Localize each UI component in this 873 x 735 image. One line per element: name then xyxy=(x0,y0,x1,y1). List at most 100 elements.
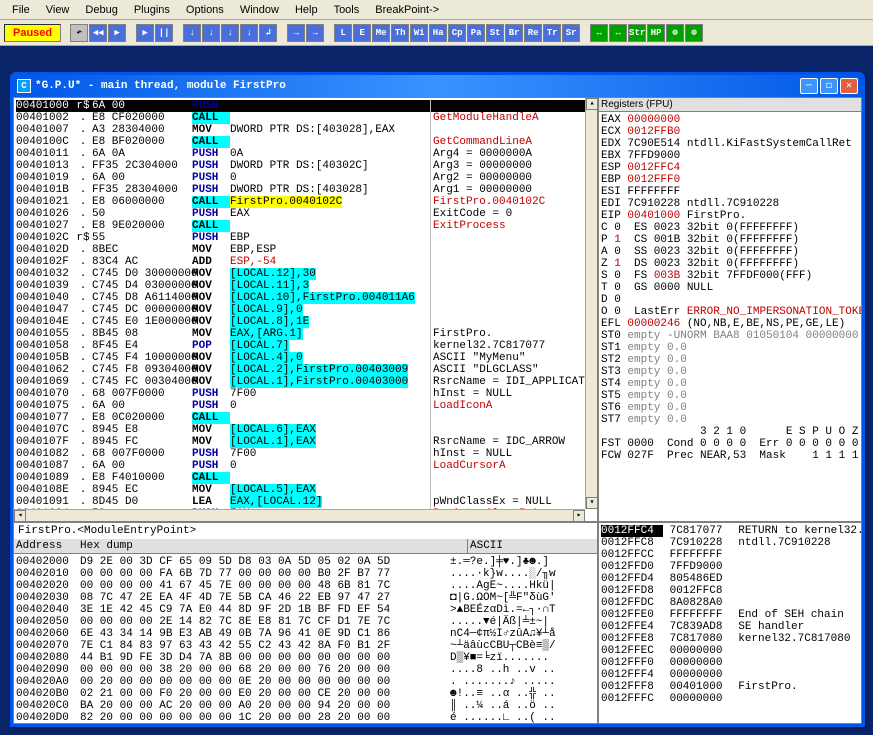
dump-row[interactable]: 004020707E C1 84 83 97 63 43 42 55 C2 43… xyxy=(16,640,595,652)
dump-row[interactable]: 004020A000 20 00 00 00 00 00 00 0E 20 00… xyxy=(16,676,595,688)
register-row[interactable]: A 0 SS 0023 32bit 0(FFFFFFFF) xyxy=(601,246,859,258)
stack-row[interactable]: 0012FFCC FFFFFFFF xyxy=(601,549,859,561)
disasm-row[interactable]: 00401058.8F45 E4POP[LOCAL.7]kernel32.7C8… xyxy=(16,340,595,352)
stack-row[interactable]: 0012FFEC 00000000 xyxy=(601,645,859,657)
register-row[interactable]: C 0 ES 0023 32bit 0(FFFFFFFF) xyxy=(601,222,859,234)
disasm-row[interactable]: 00401032.C745 D0 30000000MOV[LOCAL.12],3… xyxy=(16,268,595,280)
dump-row[interactable]: 0040201000 00 00 00 FA 6B 7D 77 00 00 00… xyxy=(16,568,595,580)
scrollbar-vertical[interactable]: ▴▾ xyxy=(585,98,597,509)
register-row[interactable]: ESI FFFFFFFF xyxy=(601,186,859,198)
register-row[interactable]: EDX 7C90E514 ntdll.KiFastSystemCallRet xyxy=(601,138,859,150)
disasm-row[interactable]: 00401007.A3 28304000MOVDWORD PTR DS:[403… xyxy=(16,124,595,136)
disasm-row[interactable]: 00401002.E8 CF020000CALLGetModuleHandleA xyxy=(16,112,595,124)
registers-pane[interactable]: Registers (FPU) EAX 00000000ECX 0012FFB0… xyxy=(598,97,862,522)
titlebar[interactable]: C *G.P.U* - main thread, module FirstPro… xyxy=(13,75,862,97)
disasm-row[interactable]: 0040107F.8945 FCMOV[LOCAL.1],EAXRsrcName… xyxy=(16,436,595,448)
menu-view[interactable]: View xyxy=(38,2,78,18)
toolbar-button[interactable]: Me xyxy=(372,24,390,42)
stack-row[interactable]: 0012FFE0 FFFFFFFF End of SEH chain xyxy=(601,609,859,621)
maximize-button[interactable]: ◻ xyxy=(820,78,838,94)
toolbar-button[interactable]: ◀◀ xyxy=(89,24,107,42)
disasm-row[interactable]: 00401055.8B45 08MOVEAX,[ARG.1]FirstPro. xyxy=(16,328,595,340)
toolbar-button[interactable]: Wi xyxy=(410,24,428,42)
toolbar-button[interactable]: ↓ xyxy=(240,24,258,42)
disasm-row[interactable]: 00401019.6A 00PUSH0Arg2 = 00000000 xyxy=(16,172,595,184)
toolbar-button[interactable]: Re xyxy=(524,24,542,42)
disasm-row[interactable]: 00401013.FF35 2C304000PUSHDWORD PTR DS:[… xyxy=(16,160,595,172)
disasm-row[interactable]: 00401062.C745 F8 09304000MOV[LOCAL.2],Fi… xyxy=(16,364,595,376)
register-row[interactable]: P 1 CS 001B 32bit 0(FFFFFFFF) xyxy=(601,234,859,246)
toolbar-button[interactable]: ↓ xyxy=(221,24,239,42)
stack-row[interactable]: 0012FFFC 00000000 xyxy=(601,693,859,705)
toolbar-button[interactable]: ↔ xyxy=(609,24,627,42)
minimize-button[interactable]: ─ xyxy=(800,78,818,94)
menu-options[interactable]: Options xyxy=(178,2,232,18)
disasm-row[interactable]: 00401070.68 007F0000PUSH7F00hInst = NULL xyxy=(16,388,595,400)
menu-help[interactable]: Help xyxy=(287,2,326,18)
toolbar-button[interactable]: Br xyxy=(505,24,523,42)
disasm-row[interactable]: 00401082.68 007F0000PUSH7F00hInst = NULL xyxy=(16,448,595,460)
stack-row[interactable]: 0012FFC8 7C910228 ntdll.7C910228 xyxy=(601,537,859,549)
dump-row[interactable]: 0040203008 7C 47 2E EA 4F 4D 7E 5B CA 46… xyxy=(16,592,595,604)
register-row[interactable]: T 0 GS 0000 NULL xyxy=(601,282,859,294)
register-row[interactable]: EBX 7FFD9000 xyxy=(601,150,859,162)
disasm-row[interactable]: 00401075.6A 00PUSH0LoadIconA xyxy=(16,400,595,412)
register-row[interactable]: S 0 FS 003B 32bit 7FFDF000(FFF) xyxy=(601,270,859,282)
toolbar-button[interactable]: E xyxy=(353,24,371,42)
stack-row[interactable]: 0012FFF8 00401000 FirstPro. xyxy=(601,681,859,693)
dump-row[interactable]: 0040205000 00 00 00 2E 14 82 7C 8E E8 81… xyxy=(16,616,595,628)
dump-row[interactable]: 0040209000 00 00 00 38 20 00 00 68 20 00… xyxy=(16,664,595,676)
menu-file[interactable]: File xyxy=(4,2,38,18)
register-row[interactable]: FST 0000 Cond 0 0 0 0 Err 0 0 0 0 0 0 0 xyxy=(601,438,859,450)
register-row[interactable]: ST4 empty 0.0 xyxy=(601,378,859,390)
stack-row[interactable]: 0012FFDC 8A0828A0 xyxy=(601,597,859,609)
disasm-row[interactable]: 00401069.C745 FC 00304000MOV[LOCAL.1],Fi… xyxy=(16,376,595,388)
toolbar-button[interactable]: Tr xyxy=(543,24,561,42)
disasm-row[interactable]: 0040102Cr$55PUSHEBP xyxy=(16,232,595,244)
toolbar-button[interactable]: ▶ xyxy=(136,24,154,42)
toolbar-button[interactable]: Th xyxy=(391,24,409,42)
disasm-row[interactable]: 0040104E.C745 E0 1E000000MOV[LOCAL.8],1E xyxy=(16,316,595,328)
toolbar-button[interactable]: Cp xyxy=(448,24,466,42)
disasm-row[interactable]: 00401026.50PUSHEAXExitCode = 0 xyxy=(16,208,595,220)
register-row[interactable]: ST7 empty 0.0 xyxy=(601,414,859,426)
register-row[interactable]: FCW 027F Prec NEAR,53 Mask 1 1 1 1 1 xyxy=(601,450,859,462)
register-row[interactable]: O 0 LastErr ERROR_NO_IMPERSONATION_TOKEN xyxy=(601,306,859,318)
disasm-row[interactable]: 0040102D.8BECMOVEBP,ESP xyxy=(16,244,595,256)
register-row[interactable]: EBP 0012FFF0 xyxy=(601,174,859,186)
register-row[interactable]: EAX 00000000 xyxy=(601,114,859,126)
toolbar-button[interactable]: ↶ xyxy=(70,24,88,42)
toolbar-button[interactable]: St xyxy=(486,24,504,42)
register-row[interactable]: 3 2 1 0 E S P U O Z D xyxy=(601,426,859,438)
register-row[interactable]: EIP 00401000 FirstPro. xyxy=(601,210,859,222)
disasm-row[interactable]: 00401021.E8 06000000CALLFirstPro.0040102… xyxy=(16,196,595,208)
disasm-row[interactable]: 0040100C.E8 BF020000CALLGetCommandLineA xyxy=(16,136,595,148)
dump-row[interactable]: 0040202000 00 00 00 41 67 45 7E 00 00 00… xyxy=(16,580,595,592)
menu-plugins[interactable]: Plugins xyxy=(126,2,178,18)
disasm-row[interactable]: 00401040.C745 D8 A6114000MOV[LOCAL.10],F… xyxy=(16,292,595,304)
close-button[interactable]: ✕ xyxy=(840,78,858,94)
dump-row[interactable]: 004020B002 21 00 00 F0 20 00 00 E0 20 00… xyxy=(16,688,595,700)
stack-row[interactable]: 0012FFE4 7C839AD8 SE handler xyxy=(601,621,859,633)
register-row[interactable]: EDI 7C910228 ntdll.7C910228 xyxy=(601,198,859,210)
register-row[interactable]: ESP 0012FFC4 xyxy=(601,162,859,174)
toolbar-button[interactable]: Sr xyxy=(562,24,580,42)
stack-row[interactable]: 0012FFC4 7C817077 RETURN to kernel32.7C8… xyxy=(601,525,859,537)
dump-row[interactable]: 004020606E 43 34 14 9B E3 AB 49 0B 7A 96… xyxy=(16,628,595,640)
disasm-row[interactable]: 00401089.E8 F4010000CALL xyxy=(16,472,595,484)
register-row[interactable]: ST6 empty 0.0 xyxy=(601,402,859,414)
stack-row[interactable]: 0012FFD8 0012FFC8 xyxy=(601,585,859,597)
menu-tools[interactable]: Tools xyxy=(326,2,368,18)
toolbar-button[interactable]: ▶ xyxy=(108,24,126,42)
toolbar-button[interactable]: Str xyxy=(628,24,646,42)
dump-row[interactable]: 0040208044 B1 9D FE 3D D4 7A 8B 00 00 00… xyxy=(16,652,595,664)
toolbar-button[interactable]: ↲ xyxy=(259,24,277,42)
register-row[interactable]: ST3 empty 0.0 xyxy=(601,366,859,378)
register-row[interactable]: ST1 empty 0.0 xyxy=(601,342,859,354)
toolbar-button[interactable]: ↓ xyxy=(202,24,220,42)
menu-breakpoint[interactable]: BreakPoint-> xyxy=(367,2,447,18)
stack-row[interactable]: 0012FFF4 00000000 xyxy=(601,669,859,681)
stack-row[interactable]: 0012FFD0 7FFD9000 xyxy=(601,561,859,573)
disasm-row[interactable]: 0040102F.83C4 ACADDESP,-54 xyxy=(16,256,595,268)
register-row[interactable]: ST0 empty -UNORM BAA8 01050104 00000000 xyxy=(601,330,859,342)
